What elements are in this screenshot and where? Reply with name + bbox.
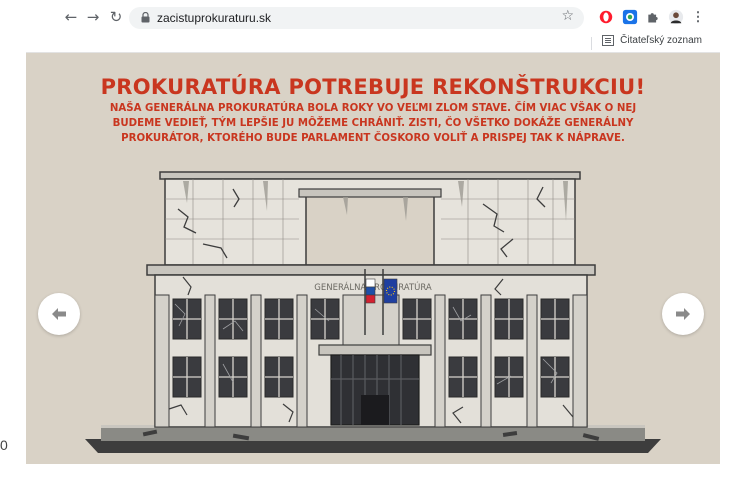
menu-icon[interactable]: ⋮ xyxy=(689,8,707,26)
next-slide-button[interactable] xyxy=(662,293,704,335)
reading-list-label: Čitateľský zoznam xyxy=(620,35,702,46)
building-illustration: GENERÁLNA PROKURATÚRA xyxy=(85,171,661,453)
opera-icon[interactable] xyxy=(597,8,615,26)
reading-list-icon xyxy=(602,35,615,46)
page-content: PROKURATÚRA POTREBUJE REKONŠTRUKCIU! NAŠ… xyxy=(26,53,720,464)
url-text: zacistuprokuraturu.sk xyxy=(157,11,272,25)
entrance-canopy xyxy=(318,344,432,356)
mid-cornice xyxy=(146,264,596,276)
star-icon[interactable]: ☆ xyxy=(561,8,574,24)
ground-base xyxy=(85,439,661,453)
reading-list-button[interactable]: Čitateľský zoznam xyxy=(602,35,702,46)
arrow-left-icon xyxy=(52,308,66,320)
extension-blue-icon[interactable] xyxy=(621,8,639,26)
flag-slovakia xyxy=(365,278,376,304)
upper-roof xyxy=(159,171,581,180)
lock-icon xyxy=(141,12,150,23)
puzzle-icon[interactable] xyxy=(644,8,662,26)
browser-toolbar: ← → ↻ zacistuprokuraturu.sk ☆ ⋮ xyxy=(26,0,720,34)
reload-icon[interactable]: ↻ xyxy=(105,6,127,28)
inner-door xyxy=(361,395,389,425)
address-bar[interactable]: zacistuprokuraturu.sk ☆ xyxy=(129,7,584,29)
edge-text: 0 xyxy=(0,437,8,453)
upper-opening-rim xyxy=(298,188,442,198)
profile-icon[interactable] xyxy=(667,8,685,26)
bookmarks-bar: Čitateľský zoznam xyxy=(26,34,720,52)
arrow-right-icon xyxy=(676,308,690,320)
upper-opening xyxy=(305,195,435,266)
prev-slide-button[interactable] xyxy=(38,293,80,335)
flag-eu xyxy=(383,278,398,304)
page-headline: PROKURATÚRA POTREBUJE REKONŠTRUKCIU! xyxy=(100,75,646,99)
bookmarks-separator xyxy=(591,37,592,50)
ground-plinth xyxy=(101,427,645,441)
back-icon[interactable]: ← xyxy=(60,6,82,28)
forward-icon[interactable]: → xyxy=(82,6,104,28)
browser-chrome: ← → ↻ zacistuprokuraturu.sk ☆ ⋮ Čitateľs… xyxy=(26,0,720,53)
page-subtext: NAŠA GENERÁLNA PROKURATÚRA BOLA ROKY VO … xyxy=(109,103,637,144)
